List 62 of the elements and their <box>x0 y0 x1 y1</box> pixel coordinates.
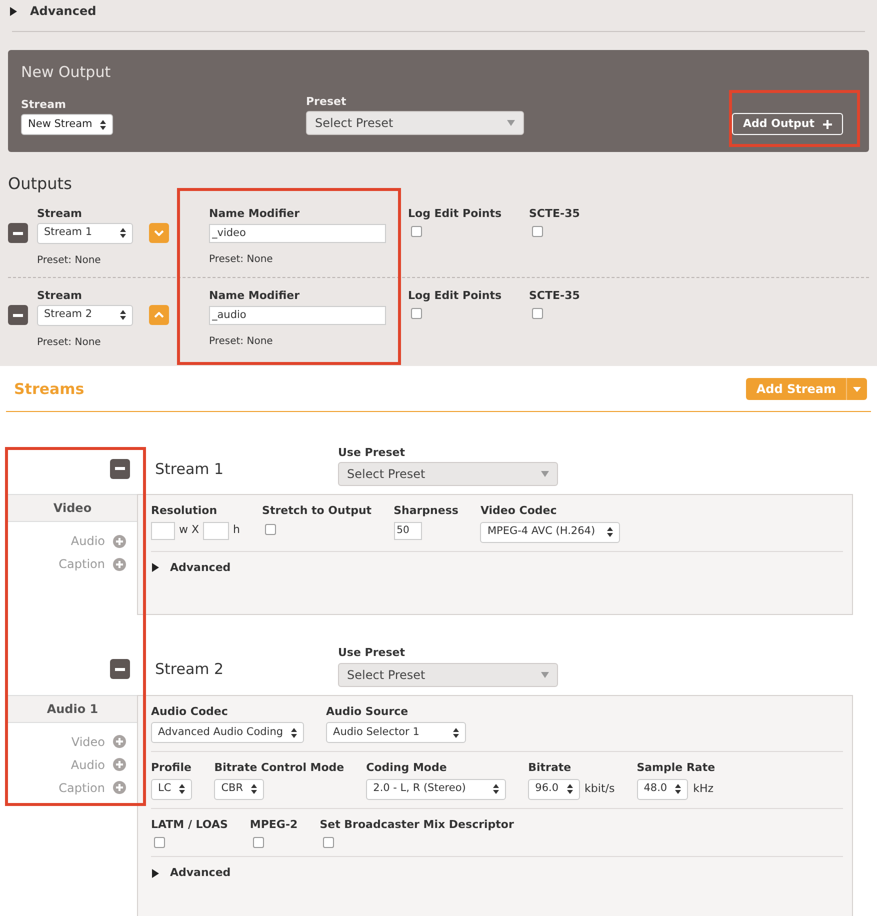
preset-text: Preset: None <box>209 334 273 348</box>
field-label: Audio Source <box>326 704 410 720</box>
field-label: Audio Codec <box>151 704 229 720</box>
field-label: Profile <box>151 760 192 776</box>
select-dropdown[interactable]: MPEG-4 AVC (H.264) <box>480 522 620 542</box>
field-label: Log Edit Points <box>408 206 503 222</box>
field-label: Use Preset <box>338 444 406 460</box>
unit-text: h <box>233 522 240 538</box>
select-dropdown[interactable]: Audio Selector 1 <box>326 722 466 743</box>
field-label: MPEG-2 <box>250 816 298 832</box>
preset-dropdown[interactable]: Select Preset <box>338 662 558 686</box>
field-label: LATM / LOAS <box>151 816 228 832</box>
preset-text: Preset: None <box>37 336 101 350</box>
select-dropdown[interactable]: Stream 1 <box>37 222 133 244</box>
field-label: Video Codec <box>480 503 558 519</box>
field-label: Name Modifier <box>209 206 301 222</box>
select-dropdown[interactable]: 48.0 <box>636 778 688 800</box>
field-label: Coding Mode <box>366 760 448 776</box>
field-label: Bitrate <box>528 760 572 776</box>
preset-dropdown[interactable]: Select Preset <box>306 111 524 135</box>
preset-text: Preset: None <box>209 252 273 266</box>
select-dropdown[interactable]: New Stream <box>21 114 113 135</box>
field-label: Stream <box>21 96 67 112</box>
field-label: Stream <box>37 288 83 304</box>
field-label: Sample Rate <box>636 760 716 776</box>
select-dropdown[interactable]: Stream 2 <box>37 304 133 326</box>
name-input-field[interactable]: _video <box>209 224 386 242</box>
select-dropdown[interactable]: CBR <box>214 778 264 800</box>
selected-tab[interactable]: Video <box>8 494 137 522</box>
field-label: Bitrate Control Mode <box>214 760 344 776</box>
field-label: Preset <box>306 94 348 110</box>
name-input-field[interactable]: _audio <box>209 306 386 324</box>
preset-dropdown[interactable]: Select Preset <box>338 462 558 486</box>
field-label: Stream <box>37 206 83 222</box>
field-label: Set Broadcaster Mix Descriptor <box>320 816 514 832</box>
stream-title: Stream 2 <box>155 659 225 680</box>
select-dropdown[interactable]: Advanced Audio Coding <box>151 722 304 743</box>
unit-text: kHz <box>693 780 714 797</box>
section-title: Outputs <box>8 173 72 195</box>
section-title: Streams <box>14 379 84 400</box>
field-label: Stretch to Output <box>262 503 372 519</box>
field-label: Name Modifier <box>209 288 301 304</box>
add-output-button[interactable]: Add Output <box>732 113 842 135</box>
separator-text: w X <box>179 522 200 538</box>
panel-title: New Output <box>21 62 111 83</box>
advanced-toggle[interactable]: Advanced <box>30 2 96 20</box>
select-dropdown[interactable]: 96.0 <box>528 778 580 800</box>
field-label: Resolution <box>151 503 218 519</box>
unit-text: kbit/s <box>584 780 615 797</box>
preset-text: Preset: None <box>37 254 101 268</box>
field-label: Log Edit Points <box>408 288 503 304</box>
field-label: SCTE-35 <box>529 206 580 222</box>
field-label: Use Preset <box>338 645 406 661</box>
field-label: Sharpness <box>394 503 458 519</box>
stream-title: Stream 1 <box>155 458 225 480</box>
select-dropdown[interactable]: 2.0 - L, R (Stereo) <box>366 778 506 800</box>
advanced-toggle[interactable]: Advanced <box>170 560 231 576</box>
select-dropdown[interactable]: LC <box>151 778 192 800</box>
field-label: SCTE-35 <box>529 288 580 304</box>
selected-tab[interactable]: Audio 1 <box>8 694 137 722</box>
text-input-field[interactable]: 50 <box>394 522 422 540</box>
advanced-toggle[interactable]: Advanced <box>170 865 231 882</box>
